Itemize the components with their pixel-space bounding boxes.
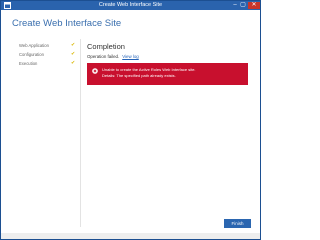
- step-label: Web Application: [19, 43, 49, 48]
- bottom-edge: [1, 233, 260, 239]
- view-log-link[interactable]: View log: [122, 54, 139, 59]
- error-banner: Unable to create the Active Roles Web In…: [87, 63, 248, 85]
- window-title: Create Web Interface Site: [98, 2, 163, 8]
- section-title: Completion: [87, 42, 125, 51]
- step-execution[interactable]: Execution ✔: [19, 59, 77, 68]
- step-configuration[interactable]: Configuration ✔: [19, 50, 77, 59]
- maximize-button[interactable]: ▢: [238, 2, 248, 9]
- step-label: Configuration: [19, 52, 44, 57]
- title-bar[interactable]: Create Web Interface Site – ▢ ✕: [1, 1, 260, 10]
- check-icon: ✔: [71, 51, 76, 57]
- status-text: Operation failed.: [87, 54, 120, 59]
- check-icon: ✔: [71, 42, 76, 48]
- nav-divider: [80, 39, 81, 227]
- operation-status: Operation failed. View log: [87, 54, 139, 59]
- check-icon: ✔: [71, 60, 76, 66]
- finish-button[interactable]: Finish: [224, 219, 251, 228]
- wizard-steps: Web Application ✔ Configuration ✔ Execut…: [19, 41, 77, 68]
- close-button[interactable]: ✕: [248, 2, 260, 9]
- step-web-application[interactable]: Web Application ✔: [19, 41, 77, 50]
- page-title: Create Web Interface Site: [12, 18, 122, 29]
- wizard-window: Create Web Interface Site – ▢ ✕ Create W…: [0, 0, 261, 240]
- error-message: Unable to create the Active Roles Web In…: [102, 67, 242, 78]
- error-line-2: Details: The specified path already exis…: [102, 72, 176, 78]
- step-label: Execution: [19, 61, 38, 66]
- error-icon: [92, 68, 98, 74]
